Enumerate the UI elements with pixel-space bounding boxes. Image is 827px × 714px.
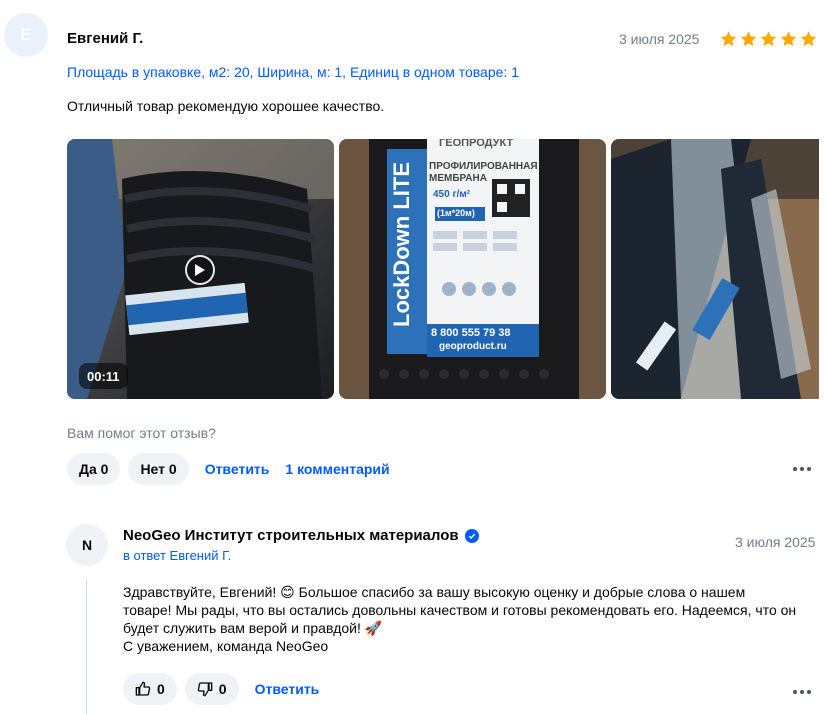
review-actions: Да 0 Нет 0 Ответить 1 комментарий bbox=[67, 453, 398, 485]
review-photo-label[interactable]: ГЕОПРОДУКТ ПРОФИЛИРОВАННАЯ МЕМБРАНА 450 … bbox=[339, 139, 606, 399]
review-gallery: 00:11 ГЕОПРОДУКТ ПРОФИЛИРОВАННАЯ МЕМБРАН… bbox=[67, 139, 827, 399]
label-phone: 8 800 555 79 38 bbox=[431, 327, 511, 339]
like-count: 0 bbox=[157, 681, 165, 697]
reply-text: Здравствуйте, Евгений! 😊 Большое спасибо… bbox=[123, 583, 823, 655]
seller-header: NeoGeo Институт строительных материалов bbox=[123, 527, 479, 544]
in-reply-to[interactable]: в ответ Евгений Г. bbox=[123, 548, 231, 563]
dislike-count: 0 bbox=[218, 681, 227, 697]
reply-answer-link[interactable]: Ответить bbox=[255, 681, 320, 697]
label-product-line2: МЕМБРАНА bbox=[429, 173, 487, 184]
star-icon bbox=[739, 30, 758, 48]
review-text: Отличный товар рекомендую хорошее качест… bbox=[67, 98, 385, 114]
reply-actions: 0 0 Ответить bbox=[123, 673, 327, 705]
star-icon bbox=[759, 30, 778, 48]
label-product-line1: ПРОФИЛИРОВАННАЯ bbox=[429, 161, 538, 172]
reply-line: Здравствуйте, Евгений! 😊 Большое спасибо… bbox=[123, 584, 746, 600]
video-duration: 00:11 bbox=[79, 363, 128, 389]
label-product: ПРОФИЛИРОВАННАЯ МЕМБРАНА bbox=[429, 161, 538, 185]
rating-stars bbox=[719, 30, 818, 48]
reply-line: С уважением, команда NeoGeo bbox=[123, 638, 329, 654]
thumbs-up-icon bbox=[135, 681, 151, 696]
label-site: geoproduct.ru bbox=[439, 341, 507, 352]
star-icon bbox=[799, 30, 818, 48]
label-product-name: LockDown LITE bbox=[389, 162, 414, 327]
seller-name[interactable]: NeoGeo Институт строительных материалов bbox=[123, 527, 459, 544]
helpful-yes-button[interactable]: Да 0 bbox=[67, 453, 121, 485]
verified-check-icon bbox=[464, 528, 479, 543]
more-options-icon[interactable] bbox=[793, 467, 811, 471]
helpful-question: Вам помог этот отзыв? bbox=[67, 425, 216, 441]
answer-link[interactable]: Ответить bbox=[205, 461, 270, 477]
helpful-no-button[interactable]: Нет 0 bbox=[128, 453, 189, 485]
review-date: 3 июля 2025 bbox=[619, 31, 700, 47]
star-icon bbox=[779, 30, 798, 48]
star-icon bbox=[719, 30, 738, 48]
reply-line: будет служить вам верой и правдой! 🚀 bbox=[123, 620, 383, 636]
reviewer-avatar: Е bbox=[4, 13, 48, 57]
label-brand: ГЕОПРОДУКТ bbox=[439, 139, 514, 149]
reply-date: 3 июля 2025 bbox=[735, 534, 816, 550]
comments-link[interactable]: 1 комментарий bbox=[285, 461, 389, 477]
thread-line bbox=[86, 580, 87, 714]
dislike-button[interactable]: 0 bbox=[184, 673, 239, 705]
play-icon[interactable] bbox=[185, 255, 215, 285]
reply-line: товаре! Мы рады, что вы остались довольн… bbox=[123, 602, 797, 618]
product-specs[interactable]: Площадь в упаковке, м2: 20, Ширина, м: 1… bbox=[67, 64, 519, 80]
thumbs-down-icon bbox=[197, 682, 213, 697]
reply-more-options-icon[interactable] bbox=[793, 690, 811, 694]
label-size: (1м*20м) bbox=[437, 208, 475, 218]
like-button[interactable]: 0 bbox=[123, 673, 177, 705]
review-video-thumbnail[interactable]: 00:11 bbox=[67, 139, 334, 399]
reviewer-name: Евгений Г. bbox=[67, 30, 144, 47]
review-photo-rolls[interactable] bbox=[611, 139, 827, 399]
label-density: 450 г/м² bbox=[433, 189, 471, 200]
seller-avatar: N bbox=[66, 524, 108, 566]
